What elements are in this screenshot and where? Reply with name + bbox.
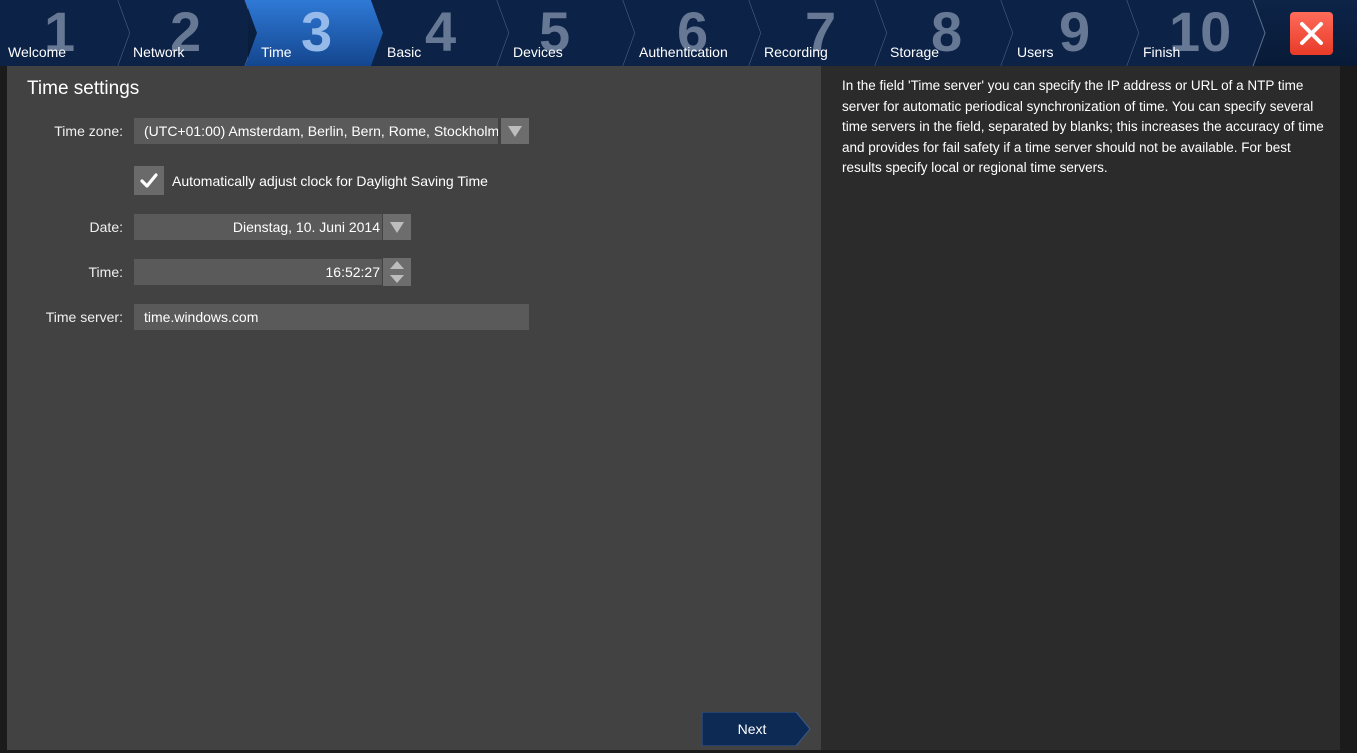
settings-panel: Time settings Time zone: (UTC+01:00) Ams… [7,66,821,750]
help-text: In the field 'Time server' you can speci… [842,78,1324,175]
next-button[interactable]: Next [702,712,812,746]
step-1-welcome[interactable]: 1 Welcome [0,0,130,66]
step-label: Recording [764,44,828,60]
step-7-recording[interactable]: 7 Recording [749,0,889,66]
time-spinner[interactable] [383,258,411,286]
page-title: Time settings [27,78,140,99]
step-label: Network [133,44,185,60]
date-label: Date: [89,219,123,235]
time-zone-select[interactable]: (UTC+01:00) Amsterdam, Berlin, Bern, Rom… [134,118,498,144]
step-label: Time [261,44,292,60]
time-field[interactable]: 16:52:27 [134,259,382,285]
dst-label[interactable]: Automatically adjust clock for Daylight … [172,173,488,189]
step-3-time[interactable]: 3 Time [245,0,385,66]
checkmark-icon [140,173,158,188]
step-label: Storage [890,44,940,60]
time-server-input[interactable]: time.windows.com [134,304,529,330]
close-button[interactable] [1290,12,1333,55]
step-number: 9 [1059,0,1091,63]
time-server-label: Time server: [45,309,123,325]
step-number: 4 [425,0,457,63]
step-4-basic[interactable]: 4 Basic [371,0,511,66]
time-zone-dropdown-button[interactable] [501,118,529,144]
chevron-down-icon [390,275,404,283]
step-label: Welcome [8,44,67,60]
step-6-authentication[interactable]: 6 Authentication [623,0,763,66]
step-9-users[interactable]: 9 Users [1001,0,1141,66]
time-zone-label: Time zone: [54,123,123,139]
step-label: Basic [387,44,422,60]
step-number: 3 [301,0,333,63]
chevron-up-icon [390,261,404,269]
date-dropdown-button[interactable] [383,214,411,240]
step-8-storage[interactable]: 8 Storage [875,0,1015,66]
date-field[interactable]: Dienstag, 10. Juni 2014 [134,214,382,240]
step-label: Authentication [639,44,728,60]
spinner-arrows-icon [390,261,404,283]
step-label: Devices [513,44,563,60]
step-label: Users [1017,44,1054,60]
chevron-down-icon [508,126,522,137]
chevron-down-icon [390,222,404,233]
dst-checkbox[interactable] [134,166,164,195]
step-label: Finish [1143,44,1181,60]
help-panel: In the field 'Time server' you can speci… [821,66,1340,750]
time-label: Time: [88,264,123,280]
close-icon [1300,22,1323,45]
next-label: Next [737,721,767,737]
step-5-devices[interactable]: 5 Devices [497,0,637,66]
wizard-step-bar: 1 Welcome 2 Network 3 Time 4 Basic 5 Dev… [0,0,1357,66]
step-2-network[interactable]: 2 Network [118,0,248,66]
step-10-finish[interactable]: 10 Finish [1127,0,1277,66]
